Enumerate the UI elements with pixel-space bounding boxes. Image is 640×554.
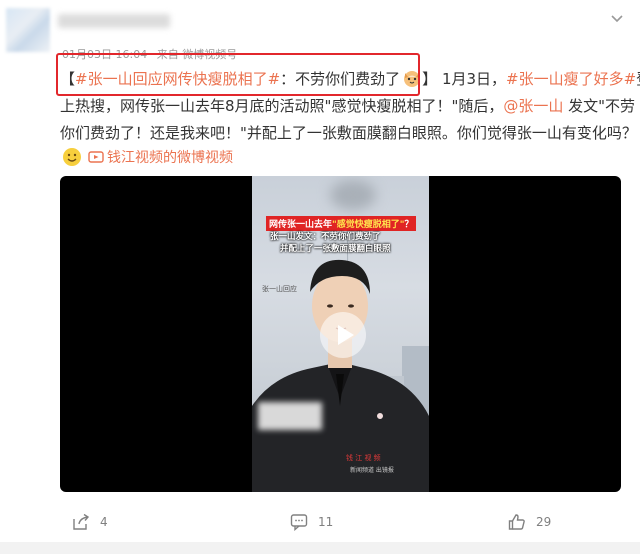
video-player[interactable]: 网传张一山去年"感觉快瘦脱相了"？ 张一山发文：不劳你们费劲了 并配上了一张敷面… <box>60 176 621 492</box>
bottom-separator <box>0 542 640 554</box>
topic-tag[interactable]: #张一山回应网传快瘦脱相了# <box>75 70 280 88</box>
bracket-open: 【 <box>60 70 76 88</box>
post-line-3: 你们费劲了！还是我来吧！"并配上了一张敷面膜翻白眼照。你们觉得张一山有变化吗？ <box>60 120 640 147</box>
video-caption-1: 网传张一山去年"感觉快瘦脱相了"？ <box>266 216 417 231</box>
video-watermark-small: 新闻频道 出镜报 <box>350 467 394 474</box>
video-caption-3: 并配上了一张敷面膜翻白眼照 <box>280 244 391 254</box>
video-caption-2: 张一山发文：不劳你们费劲了 <box>270 232 381 242</box>
play-button[interactable] <box>320 312 366 358</box>
line1-end: 登 <box>636 70 640 88</box>
user-mention[interactable]: @张一山 <box>503 97 563 115</box>
cat-emoji-icon <box>400 70 422 88</box>
post-body: 【#张一山回应网传快瘦脱相了#：不劳你们费劲了 】 1月3日，#张一山瘦了好多#登… <box>60 66 640 147</box>
topic-tag-2[interactable]: #张一山瘦了好多# <box>506 70 636 88</box>
post-line-2: 上热搜，网传张一山去年8月底的活动照"感觉快瘦脱相了！"随后，@张一山 发文"不… <box>60 93 640 120</box>
redacted-blur <box>330 180 376 210</box>
action-bar: 4 11 29 <box>0 504 640 540</box>
share-count: 4 <box>100 515 108 529</box>
username-redacted <box>58 14 170 28</box>
chevron-down-icon[interactable] <box>610 12 624 26</box>
comment-count: 11 <box>318 515 334 529</box>
watermark-blur <box>258 402 322 430</box>
video-source-label[interactable]: 钱江视频的微博视频 <box>107 147 233 167</box>
comment-icon <box>290 514 308 531</box>
share-button[interactable]: 4 <box>72 513 108 531</box>
avatar[interactable] <box>6 8 50 52</box>
bracket-close: 】 <box>422 70 438 88</box>
like-button[interactable]: 29 <box>508 513 551 531</box>
post-date: 01月03日 16:04 <box>62 48 148 61</box>
smiley-emoji-icon <box>63 148 81 166</box>
line2-end: 发文"不劳 <box>563 97 636 115</box>
comment-button[interactable]: 11 <box>290 513 333 531</box>
date-text: 1月3日， <box>437 70 507 88</box>
video-source-row[interactable]: 钱江视频的微博视频 <box>62 146 233 168</box>
post-meta: 01月03日 16:04 来自 微博视频号 <box>62 46 237 62</box>
caption-1-quote: "感觉快瘦脱相了" <box>332 220 405 230</box>
share-icon <box>73 513 90 530</box>
video-side-label: 张一山回应 <box>262 285 297 293</box>
play-icon <box>337 325 354 345</box>
caption-1-suffix: ？ <box>404 220 414 230</box>
like-count: 29 <box>536 515 552 529</box>
thumbs-up-icon <box>508 514 525 530</box>
quote-text: ：不劳你们费劲了 <box>280 70 401 88</box>
video-watermark: 钱 江 视 频 <box>346 454 381 462</box>
caption-1-prefix: 网传张一山去年 <box>269 220 333 230</box>
line3-text: 你们费劲了！还是我来吧！"并配上了一张敷面膜翻白眼照。你们觉得张一山有变化吗？ <box>60 124 637 142</box>
post-source[interactable]: 来自 微博视频号 <box>157 48 238 61</box>
line2-text: 上热搜，网传张一山去年8月底的活动照"感觉快瘦脱相了！"随后， <box>60 97 504 115</box>
video-link-icon <box>88 151 104 163</box>
post-line-1: 【#张一山回应网传快瘦脱相了#：不劳你们费劲了 】 1月3日，#张一山瘦了好多#登 <box>60 66 640 93</box>
